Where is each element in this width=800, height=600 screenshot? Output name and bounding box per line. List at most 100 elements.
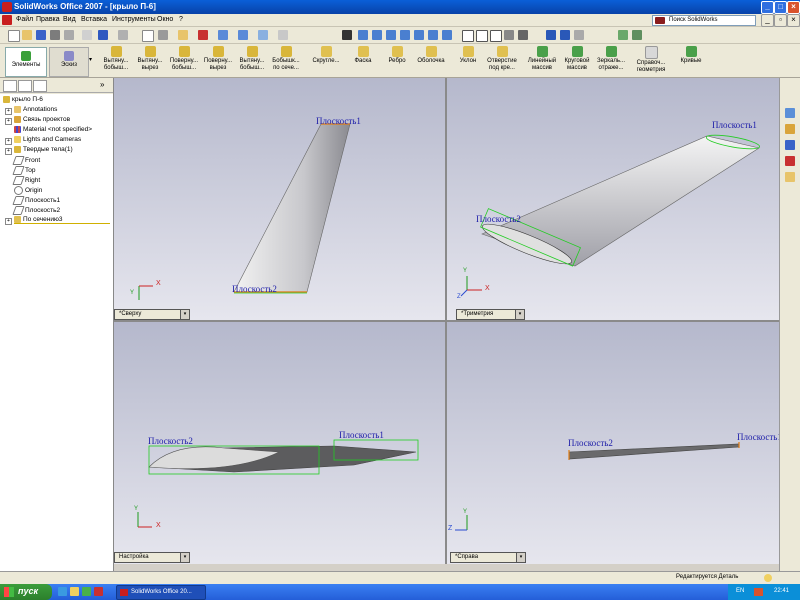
revolved-boss-button[interactable]: Поверну... бобыш... xyxy=(166,46,202,72)
expand-icon[interactable]: + xyxy=(5,108,12,115)
view-sketch-relations-icon[interactable] xyxy=(618,30,628,40)
configuration-manager-tab[interactable] xyxy=(33,80,47,92)
hole-wizard-button[interactable]: Отверстие под кре... xyxy=(484,46,520,72)
keyboard-layout-icon[interactable] xyxy=(754,588,763,596)
quick-tips-icon[interactable] xyxy=(764,574,772,582)
tab-sketch[interactable]: Эскиз xyxy=(49,47,89,77)
tree-item-origin[interactable]: Origin xyxy=(14,186,42,195)
curves-button[interactable]: Кривые xyxy=(676,46,706,65)
mirror-button[interactable]: Зеркаль... отраже... xyxy=(593,46,629,72)
print-icon[interactable] xyxy=(50,30,60,40)
search-input[interactable]: Поиск SolidWorks xyxy=(652,15,756,26)
view-selector-right[interactable]: *Справа ▾ xyxy=(450,552,526,563)
tree-item-loft[interactable]: По сечению3 xyxy=(14,216,110,225)
rotate-icon[interactable] xyxy=(414,30,424,40)
view-orientation-icon[interactable] xyxy=(238,30,248,40)
hide-show-icon[interactable] xyxy=(278,30,288,40)
chamfer-button[interactable]: Фаска xyxy=(345,46,381,65)
search-results-icon[interactable] xyxy=(785,156,795,166)
expand-icon[interactable]: + xyxy=(5,118,12,125)
tree-item-annotations[interactable]: Annotations xyxy=(14,106,57,113)
tree-item-right[interactable]: Right xyxy=(12,176,40,185)
view-selector-custom[interactable]: Настройка ▾ xyxy=(114,552,190,563)
explorer-quicklaunch-icon[interactable] xyxy=(70,587,79,596)
new-file-icon[interactable] xyxy=(8,30,20,42)
menu-edit[interactable]: Правка xyxy=(36,16,60,23)
doc-minimize-button[interactable]: _ xyxy=(761,14,774,27)
language-indicator[interactable]: EN xyxy=(736,588,744,594)
menu-view[interactable]: Вид xyxy=(63,16,76,23)
feature-manager-tab[interactable] xyxy=(3,80,17,92)
cut-icon[interactable] xyxy=(82,30,92,40)
view-selector-trimetric[interactable]: *Триметрия ▾ xyxy=(456,309,525,320)
zoom-to-fit-icon[interactable] xyxy=(358,30,368,40)
shaded-edges-icon[interactable] xyxy=(504,30,514,40)
print-preview-icon[interactable] xyxy=(64,30,74,40)
pan-view-icon[interactable] xyxy=(428,30,438,40)
tree-item-lights[interactable]: Lights and Cameras xyxy=(14,136,81,143)
view-palette-icon[interactable] xyxy=(785,172,795,182)
view-selector-top[interactable]: *Сверху ▾ xyxy=(114,309,190,320)
circular-pattern-button[interactable]: Круговой массив xyxy=(559,46,595,72)
shadows-icon[interactable] xyxy=(560,30,570,40)
file-explorer-icon[interactable] xyxy=(785,140,795,150)
menu-insert[interactable]: Вставка xyxy=(81,16,107,23)
shaded-icon[interactable] xyxy=(518,30,528,40)
rebuild-icon[interactable] xyxy=(158,30,168,40)
tree-item-front[interactable]: Front xyxy=(12,156,40,165)
design-library-icon[interactable] xyxy=(785,124,795,134)
maximize-button[interactable]: □ xyxy=(774,1,787,14)
fillet-button[interactable]: Скругле... xyxy=(308,46,344,65)
zoom-selection-icon[interactable] xyxy=(400,30,410,40)
menu-file[interactable]: Файл xyxy=(16,16,33,23)
rib-button[interactable]: Ребро xyxy=(379,46,415,65)
zoom-in-out-icon[interactable] xyxy=(386,30,396,40)
viewport-top[interactable]: Плоскость1 Плоскость2 X Y *Сверху ▾ xyxy=(114,78,445,320)
tree-item-plane2[interactable]: Плоскость2 xyxy=(12,206,60,215)
sketch-dropdown-icon[interactable]: ▾ xyxy=(89,56,92,63)
save-icon[interactable] xyxy=(36,30,46,40)
zoom-area-icon[interactable] xyxy=(372,30,382,40)
tree-item-material[interactable]: Material <not specified> xyxy=(14,126,92,133)
zoom-fit-icon[interactable] xyxy=(218,30,228,40)
hidden-lines-removed-icon[interactable] xyxy=(490,30,502,42)
property-manager-tab[interactable] xyxy=(18,80,32,92)
reference-geometry-button[interactable]: Справоч... геометрия xyxy=(632,46,670,74)
expand-icon[interactable]: + xyxy=(5,138,12,145)
tree-item-plane1[interactable]: Плоскость1 xyxy=(12,196,60,205)
tree-root[interactable]: крыло П-6 xyxy=(3,96,43,103)
tab-elements[interactable]: Элементы xyxy=(5,47,47,77)
menu-help[interactable]: ? xyxy=(179,16,183,23)
select-arrow-icon[interactable] xyxy=(142,30,154,42)
swept-boss-button[interactable]: Вытяну... бобыш... xyxy=(234,46,270,72)
pan-icon[interactable] xyxy=(342,30,352,40)
realview-icon[interactable] xyxy=(574,30,584,40)
redo-icon[interactable] xyxy=(118,30,128,40)
viewport-trimetric[interactable]: Плоскость1 Плоскость2 X Y Z *Триметрия ▾ xyxy=(447,78,779,320)
resources-icon[interactable] xyxy=(785,108,795,118)
extruded-boss-button[interactable]: Вытяну... бобыш... xyxy=(98,46,134,72)
menu-window[interactable]: Окно xyxy=(157,16,173,23)
doc-restore-button[interactable]: ▫ xyxy=(774,14,787,27)
view-planes-icon[interactable] xyxy=(632,30,642,40)
tree-item-top[interactable]: Top xyxy=(12,166,35,175)
close-button[interactable]: × xyxy=(787,1,800,14)
previous-view-icon[interactable] xyxy=(442,30,452,40)
desktop-quicklaunch-icon[interactable] xyxy=(82,587,91,596)
expand-panel-icon[interactable]: » xyxy=(100,80,104,89)
doc-close-button[interactable]: × xyxy=(787,14,800,27)
viewport-custom[interactable]: Плоскость2 Плоскость1 X Y Настройка ▾ xyxy=(114,322,445,564)
expand-icon[interactable]: + xyxy=(5,218,12,225)
open-file-icon[interactable] xyxy=(22,30,32,40)
help-icon[interactable] xyxy=(198,30,208,40)
revolved-cut-button[interactable]: Поверну... вырез xyxy=(200,46,236,72)
options-icon[interactable] xyxy=(178,30,188,40)
wireframe-icon[interactable] xyxy=(462,30,474,42)
shell-button[interactable]: Оболочка xyxy=(413,46,449,65)
horizontal-splitter[interactable] xyxy=(114,320,779,322)
tree-item-links[interactable]: Связь проектов xyxy=(14,116,70,123)
section-view-icon[interactable] xyxy=(546,30,556,40)
menu-tools[interactable]: Инструменты xyxy=(112,16,156,23)
extruded-cut-button[interactable]: Вытяну... вырез xyxy=(132,46,168,72)
app-menu-icon[interactable] xyxy=(2,15,12,25)
